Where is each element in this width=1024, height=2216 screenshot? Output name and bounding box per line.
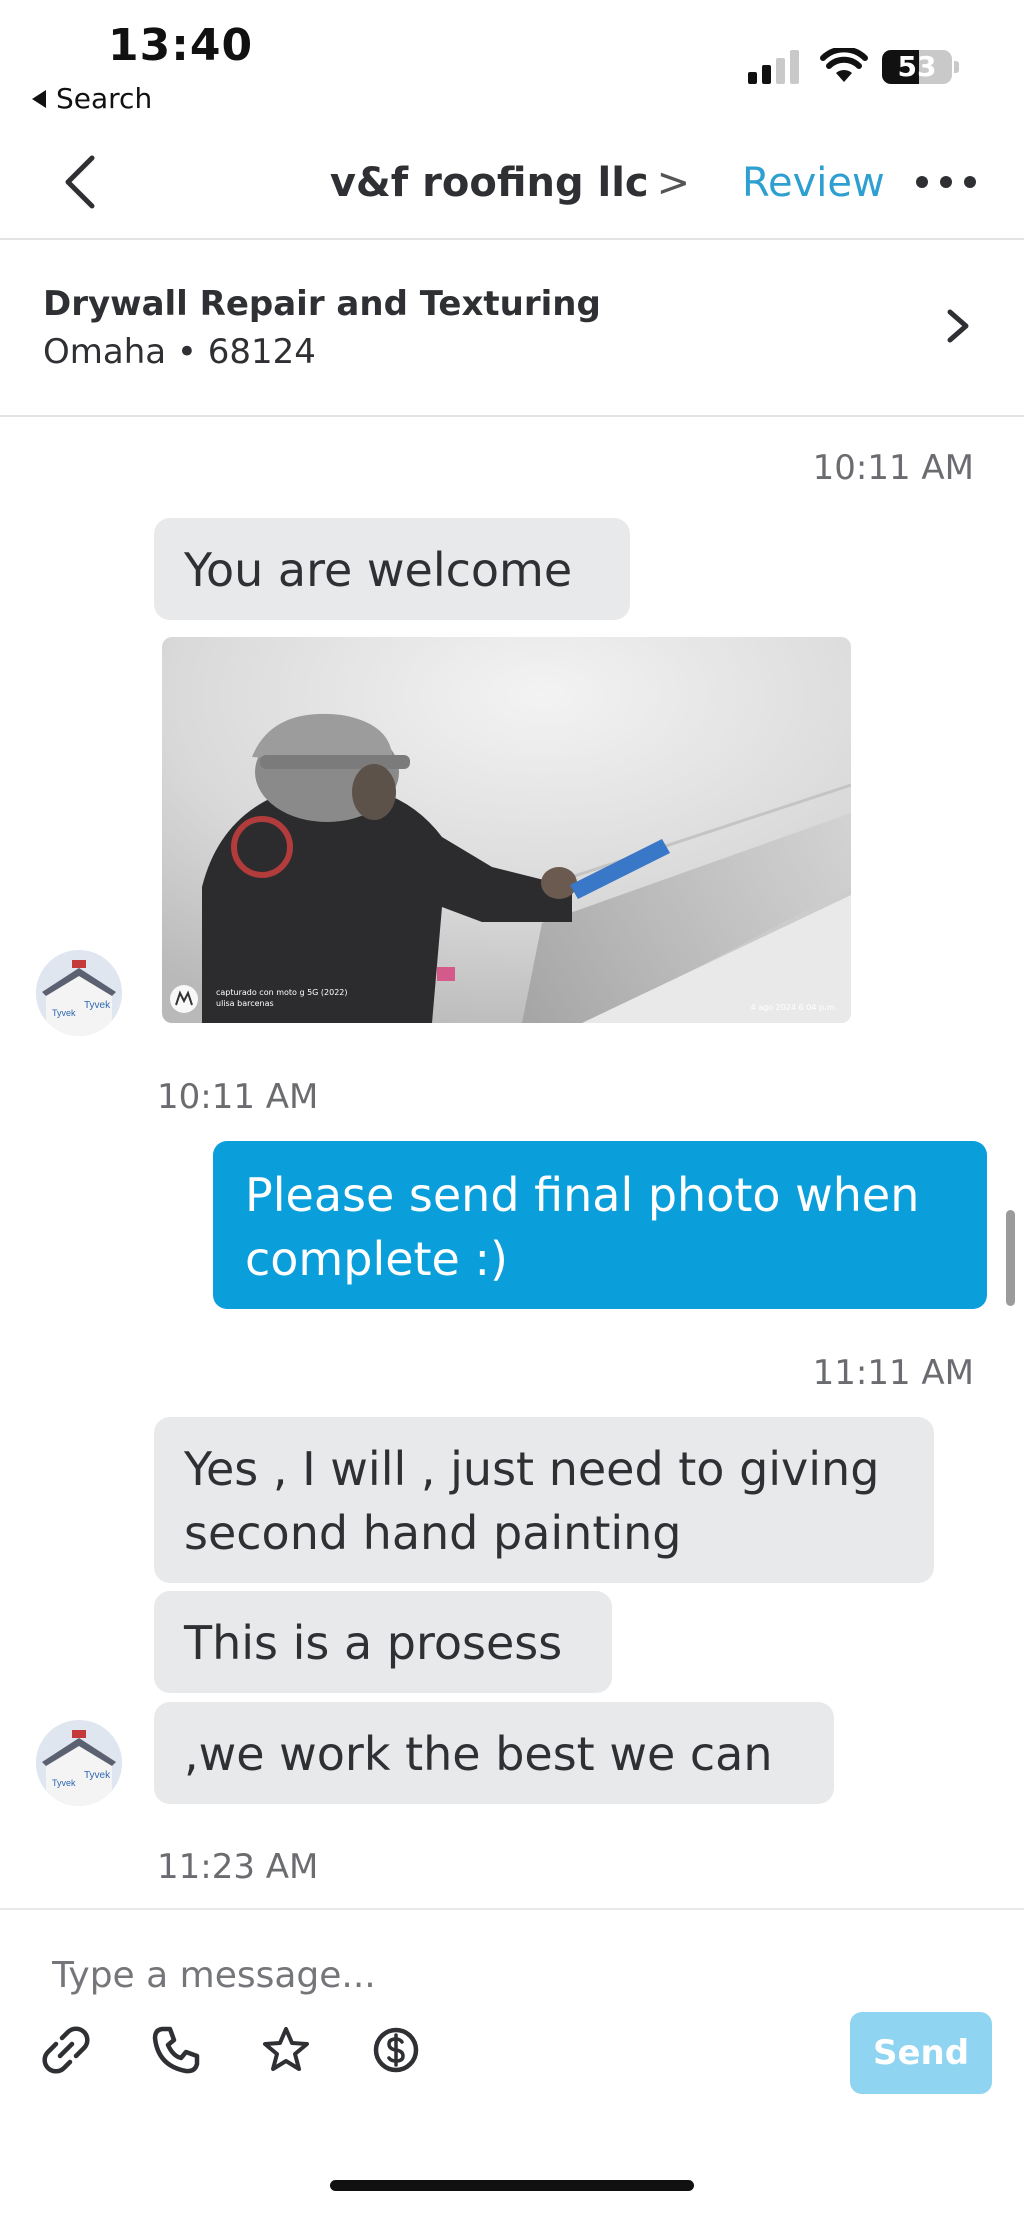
conversation-title[interactable]: v&f roofing llc > — [300, 160, 720, 206]
svg-text:Tyvek: Tyvek — [52, 1778, 76, 1788]
more-dots-icon[interactable] — [916, 176, 976, 190]
back-to-search-label: Search — [56, 82, 153, 115]
contractor-name: v&f roofing llc — [329, 160, 649, 206]
battery-nub — [954, 61, 959, 73]
photo-watermark-line2: ulisa barcenas — [216, 999, 274, 1008]
cellular-signal-icon — [748, 50, 799, 84]
dollar-icon[interactable] — [370, 2024, 422, 2076]
incoming-message-bubble: Yes , I will , just need to giving secon… — [154, 1417, 934, 1583]
back-triangle-icon — [32, 89, 46, 108]
incoming-message-bubble: This is a prosess — [154, 1591, 612, 1693]
incoming-message-bubble: ,we work the best we can — [154, 1702, 834, 1804]
message-timestamp: 11:23 AM — [157, 1847, 319, 1887]
home-indicator[interactable] — [330, 2180, 694, 2191]
message-input[interactable] — [52, 1945, 852, 2005]
status-time: 13:40 — [108, 20, 254, 71]
incoming-message-bubble: You are welcome — [154, 518, 630, 620]
outgoing-message-bubble: Please send final photo when complete :) — [213, 1141, 987, 1309]
svg-text:Tyvek: Tyvek — [52, 1008, 76, 1018]
photo-watermark-date: 4 ago 2024 6:04 p.m. — [750, 1003, 837, 1012]
contractor-avatar[interactable]: Tyvek Tyvek — [36, 950, 122, 1036]
avatar-house-image: Tyvek Tyvek — [36, 950, 122, 1036]
job-summary-card[interactable] — [0, 240, 1024, 416]
phone-icon[interactable] — [150, 2024, 202, 2076]
message-timestamp: 10:11 AM — [157, 1077, 319, 1117]
painter-photo-image — [162, 637, 851, 1023]
chat-scrollbar[interactable] — [1006, 1210, 1015, 1306]
message-photo[interactable]: capturado con moto g 5G (2022) ulisa bar… — [162, 637, 851, 1023]
avatar-house-image: Tyvek Tyvek — [36, 1720, 122, 1806]
paperclip-icon[interactable] — [40, 2024, 92, 2076]
message-timestamp: 11:11 AM — [812, 1353, 974, 1393]
job-location: Omaha • 68124 — [43, 332, 316, 372]
svg-text:Tyvek: Tyvek — [84, 1000, 111, 1011]
svg-text:Tyvek: Tyvek — [84, 1770, 111, 1781]
back-to-search-link[interactable]: Search — [32, 82, 152, 115]
send-button[interactable]: Send — [850, 2012, 992, 2094]
back-arrow-icon[interactable] — [58, 152, 102, 212]
title-chevron-icon: > — [656, 160, 691, 206]
composer-divider — [0, 1908, 1024, 1910]
battery-percent: 53 — [897, 50, 937, 83]
wifi-icon — [820, 48, 868, 82]
photo-watermark-line1: capturado con moto g 5G (2022) — [216, 988, 348, 997]
message-timestamp: 10:11 AM — [812, 448, 974, 488]
contractor-avatar[interactable]: Tyvek Tyvek — [36, 1720, 122, 1806]
battery-icon: 53 — [882, 50, 952, 84]
review-button[interactable]: Review — [742, 160, 885, 206]
job-divider — [0, 415, 1024, 417]
job-title: Drywall Repair and Texturing — [43, 284, 601, 324]
chevron-right-icon — [947, 309, 969, 343]
star-icon[interactable] — [260, 2024, 312, 2076]
photo-watermark-device: capturado con moto g 5G (2022) ulisa bar… — [216, 987, 348, 1009]
